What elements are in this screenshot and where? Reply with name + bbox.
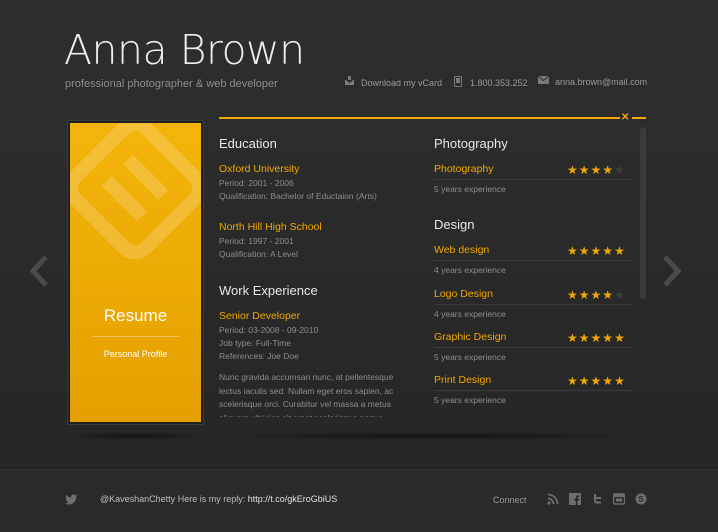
work-title: Senior Developer xyxy=(219,310,301,322)
education-item-period: Period: 1997 - 2001 xyxy=(219,236,294,246)
star-filled-icon: ★ xyxy=(602,288,614,302)
youtube-icon[interactable] xyxy=(612,493,626,505)
skill-divider xyxy=(434,260,632,261)
tweet-user[interactable]: @KaveshanChetty xyxy=(100,494,175,504)
star-filled-icon: ★ xyxy=(567,163,578,177)
phone-number: 1.800.353.252 xyxy=(470,78,528,88)
star-filled-icon: ★ xyxy=(602,163,614,177)
education-item-qualification: Qualification: Bachelor of Eductaion (Ar… xyxy=(219,191,377,201)
work-heading: Work Experience xyxy=(219,283,318,298)
page-title: Anna Brown xyxy=(64,26,305,74)
prev-arrow-icon[interactable] xyxy=(29,255,48,287)
skill-divider xyxy=(434,179,632,180)
svg-text:S: S xyxy=(638,495,644,504)
skill-experience: 4 years experience xyxy=(434,309,506,319)
design-heading: Design xyxy=(434,217,475,232)
skill-name: Photography xyxy=(434,163,494,175)
vcard-icon xyxy=(343,76,355,89)
star-filled-icon: ★ xyxy=(602,331,614,345)
work-references: References: Joe Doe xyxy=(219,351,299,361)
photography-heading: Photography xyxy=(434,136,508,151)
resume-card[interactable]: Resume Personal Profile xyxy=(68,121,203,424)
star-filled-icon: ★ xyxy=(614,331,625,345)
skill-divider xyxy=(434,304,632,305)
star-filled-icon: ★ xyxy=(590,374,602,388)
phone-icon xyxy=(452,76,464,90)
card-title: Resume xyxy=(103,306,168,325)
star-filled-icon: ★ xyxy=(578,244,590,258)
star-filled-icon: ★ xyxy=(578,163,590,177)
education-heading: Education xyxy=(219,136,277,151)
tweet-link[interactable]: http://t.co/gkEroGbiUS xyxy=(248,494,338,504)
vcard-label: Download my vCard xyxy=(361,77,443,88)
skill-divider xyxy=(434,347,632,348)
star-filled-icon: ★ xyxy=(567,331,578,345)
skype-icon[interactable]: S xyxy=(635,493,647,505)
star-empty-icon: ★ xyxy=(614,163,625,177)
star-filled-icon: ★ xyxy=(602,374,614,388)
mail-icon xyxy=(537,75,549,87)
skill-rating: ★ ★ ★ ★ ★ xyxy=(567,164,625,176)
star-filled-icon: ★ xyxy=(567,374,578,388)
scrollbar[interactable] xyxy=(640,127,646,299)
connect-label: Connect xyxy=(493,495,527,505)
phone-contact: 1.800.353.252 xyxy=(452,76,528,90)
star-filled-icon: ★ xyxy=(578,374,590,388)
close-icon[interactable]: ✕ xyxy=(621,112,629,123)
top-divider-end xyxy=(632,117,646,119)
skill-divider xyxy=(434,390,632,391)
skill-name: Graphic Design xyxy=(434,331,507,343)
education-item-period: Period: 2001 - 2006 xyxy=(219,178,294,188)
skill-name: Logo Design xyxy=(434,288,493,300)
card-shadow xyxy=(66,432,205,440)
skill-rating: ★ ★ ★ ★ ★ xyxy=(567,245,625,257)
star-filled-icon: ★ xyxy=(590,331,602,345)
card-divider xyxy=(92,336,179,337)
skill-experience: 4 years experience xyxy=(434,265,506,275)
star-filled-icon: ★ xyxy=(578,288,590,302)
star-filled-icon: ★ xyxy=(578,331,590,345)
education-item-qualification: Qualification: A Level xyxy=(219,249,298,259)
download-vcard-link[interactable]: Download my vCard xyxy=(343,76,442,89)
education-item-title: Oxford University xyxy=(219,163,300,175)
skill-rating: ★ ★ ★ ★ ★ xyxy=(567,289,625,301)
card-subtitle: Personal Profile xyxy=(103,349,168,359)
skill-name: Print Design xyxy=(434,374,492,386)
latest-tweet: @KaveshanChetty Here is my reply: http:/… xyxy=(100,494,337,504)
skill-experience: 5 years experience xyxy=(434,395,506,405)
star-filled-icon: ★ xyxy=(602,244,614,258)
skill-name: Web design xyxy=(434,244,490,256)
top-divider xyxy=(219,117,620,119)
tweet-text: Here is my reply: xyxy=(175,494,248,504)
next-arrow-icon[interactable] xyxy=(663,255,682,287)
rss-icon[interactable] xyxy=(547,493,559,505)
education-item-title: North Hill High School xyxy=(219,221,322,233)
work-description: Nunc gravida accumsan nunc, at pellentes… xyxy=(219,372,394,417)
star-filled-icon: ★ xyxy=(567,288,578,302)
content-shadow xyxy=(218,432,646,440)
skill-rating: ★ ★ ★ ★ ★ xyxy=(567,375,625,387)
skill-experience: 5 years experience xyxy=(434,184,506,194)
star-filled-icon: ★ xyxy=(590,288,602,302)
card-decoration xyxy=(70,123,201,260)
email-address: anna.brown@mail.com xyxy=(555,76,648,87)
page-subtitle: professional photographer & web develope… xyxy=(65,78,278,90)
work-jobtype: Job type: Full-Time xyxy=(219,338,291,348)
email-link[interactable]: anna.brown@mail.com xyxy=(537,75,648,87)
skill-rating: ★ ★ ★ ★ ★ xyxy=(567,332,625,344)
star-filled-icon: ★ xyxy=(590,244,602,258)
work-period: Period: 03-2008 - 09-2010 xyxy=(219,325,319,335)
star-filled-icon: ★ xyxy=(590,163,602,177)
star-filled-icon: ★ xyxy=(614,374,625,388)
twitter-icon[interactable] xyxy=(591,493,603,505)
footer-divider-highlight xyxy=(0,469,718,470)
facebook-icon[interactable] xyxy=(569,493,581,505)
star-filled-icon: ★ xyxy=(614,244,625,258)
skill-experience: 5 years experience xyxy=(434,352,506,362)
twitter-bird-icon xyxy=(64,493,78,505)
star-empty-icon: ★ xyxy=(614,288,625,302)
star-filled-icon: ★ xyxy=(567,244,578,258)
